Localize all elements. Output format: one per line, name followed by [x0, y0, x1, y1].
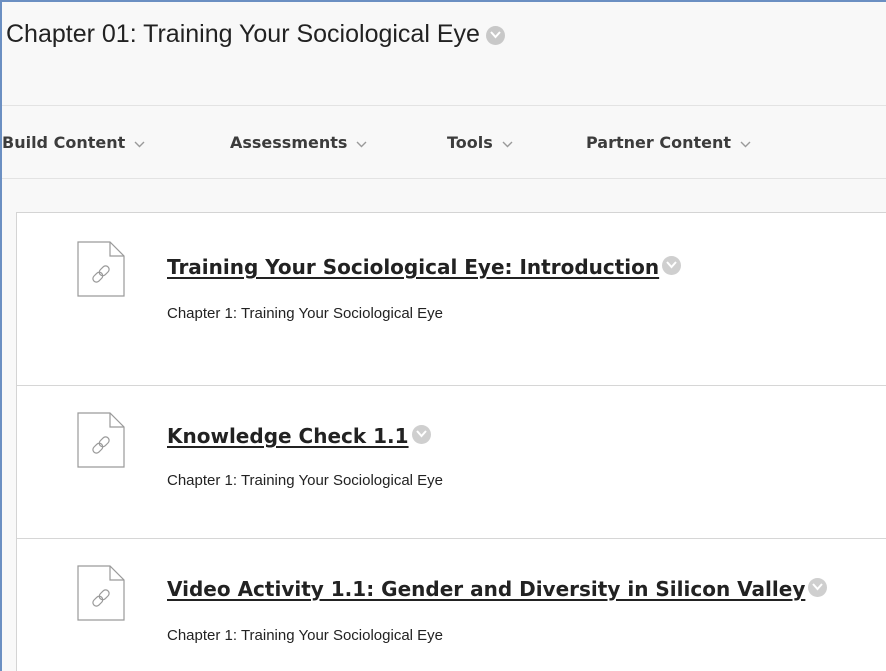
- content-item: Video Activity 1.1: Gender and Diversity…: [17, 539, 886, 671]
- content-item: Training Your Sociological Eye: Introduc…: [17, 213, 886, 385]
- assessments-button[interactable]: Assessments: [230, 133, 367, 152]
- assessments-label: Assessments: [230, 133, 348, 152]
- item-title-row: Knowledge Check 1.1: [167, 424, 431, 448]
- web-link-document-icon: [77, 565, 125, 621]
- chevron-down-icon: [502, 133, 513, 152]
- item-title-row: Video Activity 1.1: Gender and Diversity…: [167, 577, 828, 601]
- item-description: Chapter 1: Training Your Sociological Ey…: [167, 305, 444, 322]
- item-options-chevron-icon[interactable]: [808, 577, 828, 597]
- item-title-link[interactable]: Training Your Sociological Eye: Introduc…: [167, 255, 659, 279]
- web-link-document-icon: [77, 412, 125, 468]
- page-title-row: Chapter 01: Training Your Sociological E…: [6, 20, 505, 49]
- chevron-down-icon: [740, 133, 751, 152]
- build-content-label: Build Content: [2, 133, 126, 152]
- tools-button[interactable]: Tools: [447, 133, 513, 152]
- action-toolbar: Build Content Assessments Tools Partner …: [2, 106, 886, 178]
- title-options-chevron-icon[interactable]: [485, 26, 505, 45]
- web-link-document-icon: [77, 241, 125, 297]
- build-content-button[interactable]: Build Content: [2, 133, 145, 152]
- item-description: Chapter 1: Training Your Sociological Ey…: [167, 472, 444, 489]
- tools-label: Tools: [447, 133, 493, 152]
- page-title: Chapter 01: Training Your Sociological E…: [6, 20, 480, 48]
- item-options-chevron-icon[interactable]: [662, 255, 682, 275]
- partner-content-button[interactable]: Partner Content: [586, 133, 751, 152]
- partner-content-label: Partner Content: [586, 133, 731, 152]
- item-description: Chapter 1: Training Your Sociological Ey…: [167, 627, 444, 644]
- chevron-down-icon: [134, 133, 145, 152]
- divider: [2, 178, 886, 179]
- item-options-chevron-icon[interactable]: [411, 424, 431, 444]
- content-area-frame: Chapter 01: Training Your Sociological E…: [0, 0, 886, 671]
- chevron-down-icon: [356, 133, 367, 152]
- content-item: Knowledge Check 1.1 Chapter 1: Training …: [17, 386, 886, 538]
- item-title-row: Training Your Sociological Eye: Introduc…: [167, 255, 682, 279]
- item-title-link[interactable]: Video Activity 1.1: Gender and Diversity…: [167, 577, 805, 601]
- content-item-list: Training Your Sociological Eye: Introduc…: [16, 212, 886, 671]
- item-title-link[interactable]: Knowledge Check 1.1: [167, 424, 409, 448]
